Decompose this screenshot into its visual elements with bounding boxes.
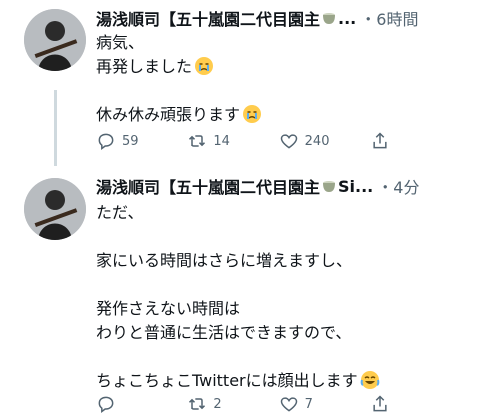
tears-of-joy-icon <box>360 371 379 389</box>
text-line: 再発しました <box>96 55 470 79</box>
crying-face-icon <box>243 105 262 123</box>
text-line <box>96 345 470 369</box>
text-line: 発作さえない時間は <box>96 299 241 318</box>
text-line: 休み休み頑張ります <box>96 103 470 127</box>
text-line <box>96 225 470 249</box>
retweet-button[interactable]: 2 <box>187 394 278 414</box>
author-tail: Si... <box>338 176 374 196</box>
text-line: ただ、 <box>96 203 144 222</box>
tweet-header[interactable]: 湯浅順司【五十嵐園二代目園主 ... ・ 6時間 <box>96 4 472 32</box>
tweet-1[interactable]: 湯浅順司【五十嵐園二代目園主 ... ・ 6時間 病気、 再発しました 休み休み… <box>0 0 480 170</box>
retweet-button[interactable]: 14 <box>187 131 278 151</box>
reply-button[interactable] <box>96 394 187 414</box>
heart-icon <box>280 397 297 412</box>
share-icon <box>373 395 387 412</box>
tweet-text: 病気、 再発しました 休み休み頑張ります <box>96 31 470 127</box>
author-name[interactable]: 湯浅順司【五十嵐園二代目園主 <box>96 6 320 30</box>
text-line <box>96 273 470 297</box>
heart-icon <box>280 134 297 149</box>
separator: ・ <box>377 178 394 197</box>
tweet-actions: 2 7 <box>96 392 466 416</box>
timestamp[interactable]: 4分 <box>393 174 419 198</box>
reply-button[interactable]: 59 <box>96 131 187 151</box>
tweet-header[interactable]: 湯浅順司【五十嵐園二代目園主 Si... ・ 4分 <box>96 172 472 200</box>
text-line: 病気、 <box>96 33 145 52</box>
author-tail: ... <box>338 8 357 28</box>
share-button[interactable] <box>370 394 396 414</box>
like-button[interactable]: 7 <box>279 394 370 414</box>
text-line: 家にいる時間はさらに増えますし、 <box>96 251 353 270</box>
avatar[interactable] <box>24 178 86 240</box>
avatar[interactable] <box>24 9 86 71</box>
like-count: 7 <box>304 396 313 412</box>
teacup-icon <box>323 181 336 192</box>
tweet-2[interactable]: 湯浅順司【五十嵐園二代目園主 Si... ・ 4分 ただ、 家にいる時間はさらに… <box>0 170 480 416</box>
tweet-text: ただ、 家にいる時間はさらに増えますし、 発作さえない時間は わりと普通に生活は… <box>96 201 470 393</box>
teacup-icon <box>323 13 336 24</box>
reply-count: 59 <box>122 133 139 149</box>
like-button[interactable]: 240 <box>279 131 370 151</box>
retweet-count: 2 <box>213 396 222 412</box>
reply-icon <box>98 133 114 150</box>
tweet-actions: 59 14 240 <box>96 129 466 153</box>
separator: ・ <box>360 10 377 29</box>
share-button[interactable] <box>370 131 396 151</box>
retweet-count: 14 <box>213 133 230 149</box>
share-icon <box>373 132 387 149</box>
retweet-icon <box>189 398 206 410</box>
timestamp[interactable]: 6時間 <box>376 6 418 30</box>
text-line: ちょこちょこTwitterには顔出します <box>96 369 470 393</box>
reply-icon <box>98 396 114 413</box>
author-name[interactable]: 湯浅順司【五十嵐園二代目園主 <box>96 174 320 198</box>
retweet-icon <box>189 135 206 147</box>
crying-face-icon <box>195 57 214 75</box>
thread-line <box>54 90 57 166</box>
text-line: わりと普通に生活はできますので、 <box>96 323 352 342</box>
like-count: 240 <box>304 133 330 149</box>
text-line <box>96 79 470 103</box>
